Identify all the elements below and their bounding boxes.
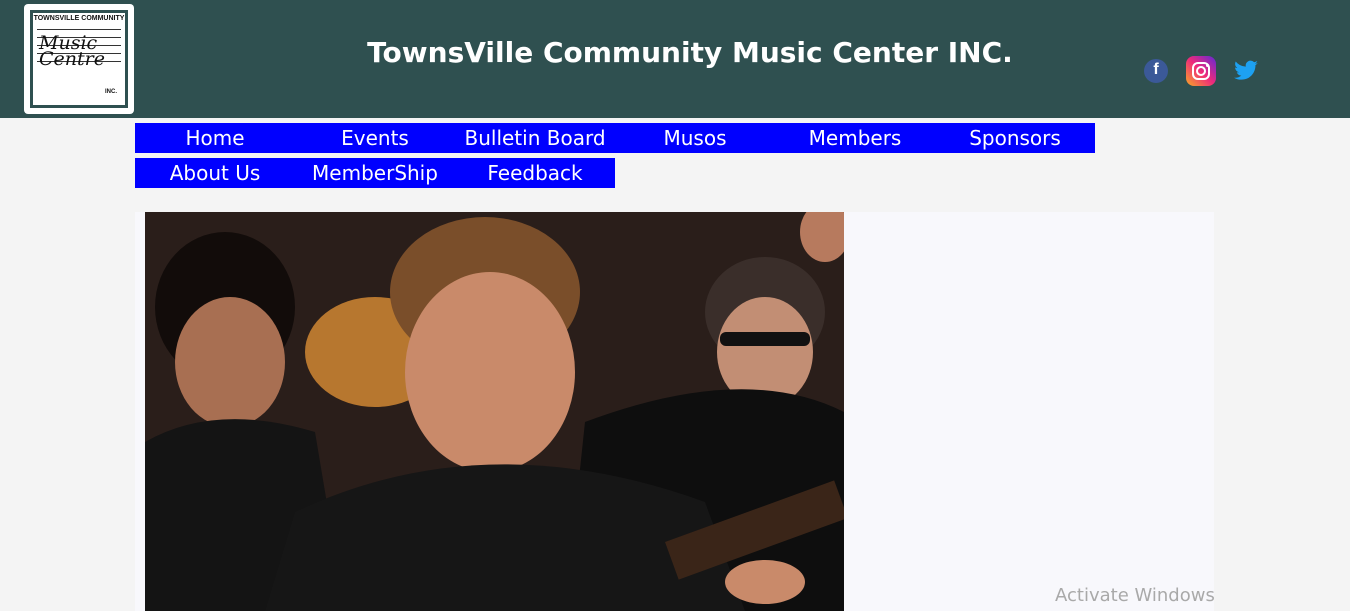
site-header: TOWNSVILLE COMMUNITY Music Centre INC. T… <box>0 0 1350 118</box>
activate-windows-watermark: Activate Windows <box>1055 585 1215 606</box>
logo-script-text: Music Centre <box>39 32 105 70</box>
twitter-icon[interactable] <box>1232 58 1260 84</box>
nav-events[interactable]: Events <box>295 123 455 153</box>
main-content <box>135 212 1214 611</box>
nav-bulletin-board[interactable]: Bulletin Board <box>455 123 615 153</box>
logo-inc-text: INC. <box>105 89 117 95</box>
main-nav-row-2: About Us MemberShip Feedback <box>135 158 615 188</box>
nav-sponsors[interactable]: Sponsors <box>935 123 1095 153</box>
nav-feedback[interactable]: Feedback <box>455 158 615 188</box>
instagram-icon[interactable] <box>1186 56 1216 86</box>
site-title: TownsVille Community Music Center INC. <box>367 36 1013 69</box>
nav-membership[interactable]: MemberShip <box>295 158 455 188</box>
hero-photo <box>145 212 844 611</box>
facebook-icon[interactable]: f <box>1144 59 1168 83</box>
nav-members[interactable]: Members <box>775 123 935 153</box>
logo-frame: TOWNSVILLE COMMUNITY Music Centre INC. <box>30 10 128 108</box>
nav-about-us[interactable]: About Us <box>135 158 295 188</box>
nav-musos[interactable]: Musos <box>615 123 775 153</box>
nav-home[interactable]: Home <box>135 123 295 153</box>
main-nav-row-1: Home Events Bulletin Board Musos Members… <box>135 123 1095 153</box>
logo-top-text: TOWNSVILLE COMMUNITY <box>33 15 125 22</box>
facebook-glyph: f <box>1153 61 1159 78</box>
site-logo[interactable]: TOWNSVILLE COMMUNITY Music Centre INC. <box>24 4 134 114</box>
